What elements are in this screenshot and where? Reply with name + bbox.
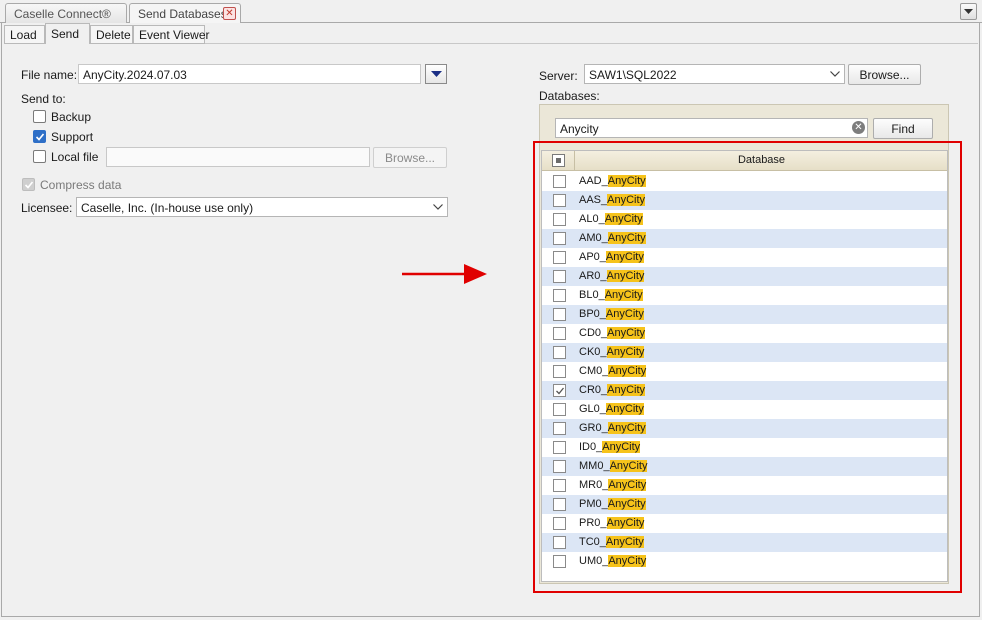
chevron-down-icon [431, 71, 442, 77]
compress-data-checkbox[interactable] [22, 178, 35, 191]
find-button[interactable]: Find [873, 118, 933, 139]
server-value: SAW1\SQL2022 [589, 68, 677, 82]
checkmark-icon [24, 181, 34, 189]
tab-label: Send [51, 27, 80, 41]
red-arrow-icon [402, 264, 487, 284]
button-label: Find [891, 122, 915, 136]
databases-label: Databases: [539, 89, 600, 103]
licensee-value: Caselle, Inc. (In-house use only) [81, 201, 254, 215]
tab-event-viewer[interactable]: Event Viewer [133, 25, 209, 44]
backup-checkbox[interactable] [33, 110, 46, 123]
file-name-label: File name: [21, 68, 78, 82]
close-icon[interactable]: ✕ [223, 7, 236, 20]
support-checkbox[interactable] [33, 130, 46, 143]
send-to-label: Send to: [21, 92, 66, 106]
window-menu-chevron-icon[interactable] [960, 3, 977, 20]
chevron-down-icon [433, 204, 443, 210]
database-search-input[interactable]: Anycity [555, 118, 868, 138]
red-highlight-frame [533, 141, 962, 593]
tab-label: Delete [96, 28, 131, 42]
tab-label: Send Databases [138, 7, 227, 21]
compress-data-label: Compress data [40, 178, 122, 192]
button-label: Browse... [859, 68, 910, 82]
licensee-select[interactable]: Caselle, Inc. (In-house use only) [76, 197, 448, 217]
tab-delete[interactable]: Delete [90, 25, 133, 44]
tab-label: Caselle Connect® [14, 7, 111, 21]
file-name-input[interactable]: AnyCity.2024.07.03 [78, 64, 421, 84]
tab-caselle-connect[interactable]: Caselle Connect® [5, 3, 127, 24]
local-file-checkbox[interactable] [33, 150, 46, 163]
tab-load[interactable]: Load [4, 25, 45, 44]
backup-label: Backup [51, 110, 92, 124]
tab-label: Event Viewer [139, 28, 210, 42]
file-name-dropdown-button[interactable] [425, 64, 447, 84]
server-label: Server: [539, 69, 578, 83]
chevron-down-icon [830, 71, 840, 77]
tab-send[interactable]: Send [45, 23, 90, 44]
tab-send-databases[interactable]: Send Databases ✕ [129, 3, 241, 24]
server-browse-button[interactable]: Browse... [848, 64, 921, 85]
tab-label: Load [10, 28, 37, 42]
clear-search-icon[interactable]: ✕ [852, 121, 865, 134]
checkmark-icon [35, 133, 45, 141]
licensee-label: Licensee: [21, 201, 73, 215]
local-file-path-input[interactable] [106, 147, 370, 167]
button-label: Browse... [384, 151, 435, 165]
support-label: Support [51, 130, 94, 144]
local-file-browse-button[interactable]: Browse... [373, 147, 447, 168]
local-file-label: Local file [51, 150, 99, 164]
server-select[interactable]: SAW1\SQL2022 [584, 64, 845, 84]
